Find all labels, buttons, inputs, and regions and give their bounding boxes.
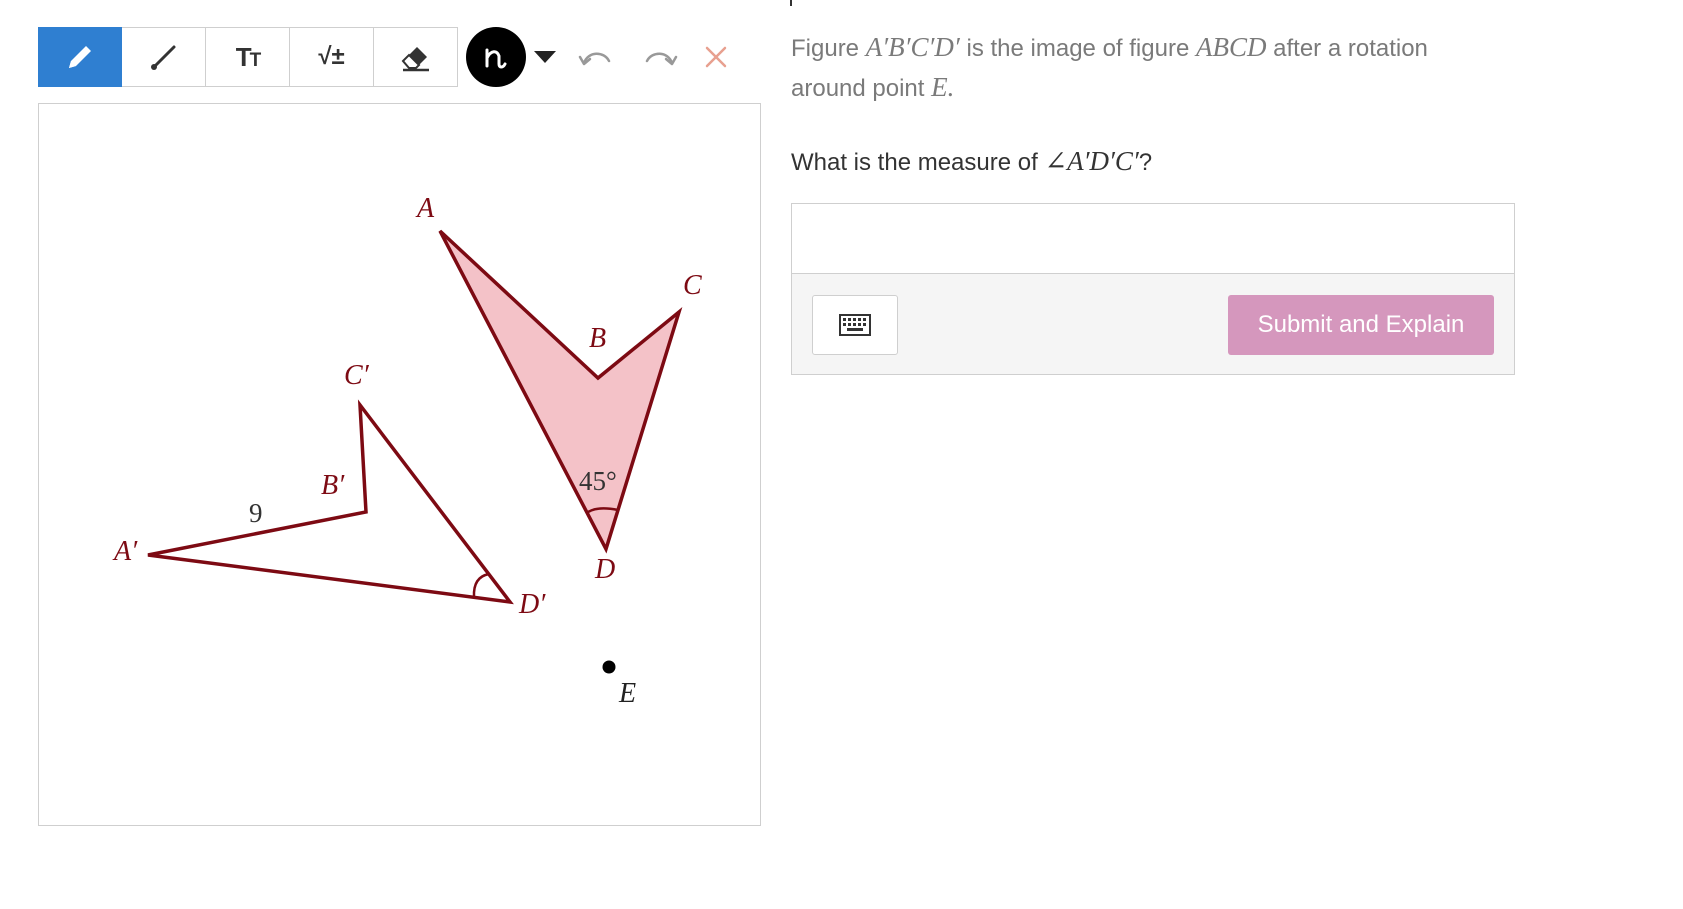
label-c: C <box>683 270 702 301</box>
figure-abcd-prime <box>147 399 514 605</box>
label-b-prime: B′ <box>321 470 345 501</box>
figure-image-name: A′B′C′D′ <box>865 32 960 62</box>
text-tool-button[interactable]: TT <box>206 27 290 87</box>
label-a: A <box>415 193 435 224</box>
label-c-prime: C′ <box>344 360 370 391</box>
pencil-icon <box>69 46 91 68</box>
label-e: E <box>618 678 636 709</box>
close-icon <box>705 46 727 68</box>
question-panel: Figure A′B′C′D′ is the image of figure A… <box>791 28 1491 182</box>
answer-box: Submit and Explain <box>791 203 1515 375</box>
statement-text: is the image of figure <box>966 35 1190 62</box>
statement-period: . <box>947 72 955 102</box>
pencil-tool-button[interactable] <box>38 27 122 87</box>
statement-text: around point <box>791 75 925 102</box>
line-icon <box>150 45 175 70</box>
geometry-figure: A B C D E A′ B′ C′ D′ 45° 9 <box>112 193 702 709</box>
question-prompt: What is the measure of ∠A′D′C′? <box>791 142 1491 182</box>
math-symbol-icon: √± <box>318 43 345 70</box>
text-size-icon: TT <box>235 41 261 72</box>
prompt-question-mark: ? <box>1138 149 1153 176</box>
eraser-tool-button[interactable] <box>374 27 458 87</box>
point-e <box>602 660 616 674</box>
question-statement-line-1: Figure A′B′C′D′ is the image of figure A… <box>791 28 1491 68</box>
statement-text: after a rotation <box>1273 35 1428 62</box>
label-b: B <box>589 323 606 354</box>
drawing-canvas[interactable]: A B C D E A′ B′ C′ D′ 45° 9 <box>38 103 761 826</box>
keyboard-button[interactable] <box>812 295 898 355</box>
statement-text: Figure <box>791 35 860 62</box>
answer-footer: Submit and Explain <box>792 274 1514 374</box>
question-statement-line-2: around point E. <box>791 68 1491 108</box>
scroll-mark <box>790 0 792 6</box>
undo-button[interactable] <box>572 33 620 81</box>
keyboard-icon <box>839 314 871 336</box>
clear-canvas-button[interactable] <box>692 33 740 81</box>
label-a-prime: A′ <box>112 536 138 567</box>
math-tool-button[interactable]: √± <box>290 27 374 87</box>
figure-original-name: ABCD <box>1195 32 1267 62</box>
angle-arc-d-prime <box>472 572 490 598</box>
submit-and-explain-button[interactable]: Submit and Explain <box>1228 295 1494 355</box>
answer-input[interactable] <box>792 204 1514 274</box>
prompt-text: What is the measure of <box>791 149 1038 176</box>
label-d: D <box>594 554 615 585</box>
prompt-angle: ∠A′D′C′ <box>1044 146 1139 176</box>
drawing-toolbar: TT √± <box>38 27 740 87</box>
redo-button[interactable] <box>636 33 684 81</box>
squiggle-icon <box>485 48 507 69</box>
figure-abcd <box>438 229 683 554</box>
line-tool-button[interactable] <box>122 27 206 87</box>
color-picker-button[interactable] <box>466 27 526 87</box>
rotation-point-name: E <box>931 72 948 102</box>
redo-icon <box>645 52 678 66</box>
undo-icon <box>578 52 611 66</box>
color-dropdown-caret[interactable] <box>534 51 556 63</box>
eraser-icon <box>401 47 429 72</box>
label-d-prime: D′ <box>518 589 546 620</box>
side-label-9: 9 <box>249 498 263 528</box>
angle-label-45: 45° <box>579 466 617 496</box>
